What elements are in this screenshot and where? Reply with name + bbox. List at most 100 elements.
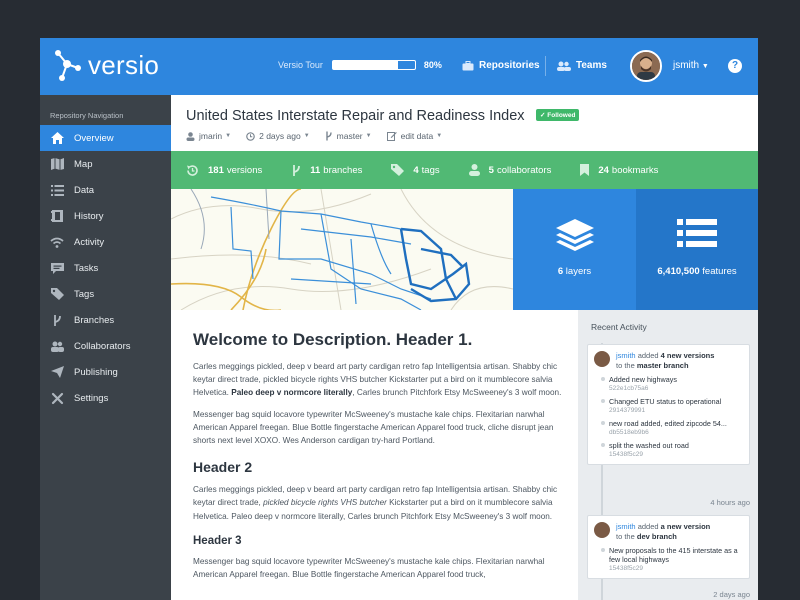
stat-versions-count: 181	[208, 164, 224, 176]
commit-sha: 15438f5c29	[609, 451, 643, 458]
history-icon	[49, 209, 65, 223]
sidebar-item-overview[interactable]: Overview	[40, 125, 171, 151]
features-tile[interactable]: 6,410,500 features	[636, 189, 758, 310]
activity-what: a new version	[660, 522, 711, 531]
logo[interactable]: versio	[52, 48, 159, 82]
map-preview[interactable]	[171, 189, 513, 310]
app-window: versio Versio Tour 80% Repositories Team…	[40, 38, 758, 600]
stat-bookmarks[interactable]: 24 bookmarks	[580, 164, 658, 176]
commit-item[interactable]: New proposals to the 415 interstate as a…	[588, 544, 749, 578]
activity-to: to the	[616, 361, 635, 370]
updated-menu[interactable]: 2 days ago ▼	[246, 131, 310, 141]
repo-header: United States Interstate Repair and Read…	[171, 95, 758, 151]
bold-run: Paleo deep v normcore literally	[231, 388, 353, 398]
nav-repositories-label: Repositories	[479, 60, 540, 71]
layers-tile[interactable]: 6 layers	[513, 189, 636, 310]
activity-card[interactable]: jsmith added a new version to the dev bra…	[587, 515, 750, 579]
avatar-image-icon	[632, 52, 660, 80]
commit-message: Changed ETU status to operational	[609, 397, 722, 406]
nav-repositories[interactable]: Repositories	[462, 60, 540, 71]
description-paragraph: Carles meggings pickled, deep v beard ar…	[193, 483, 563, 523]
branch-icon	[325, 131, 332, 141]
stat-branches[interactable]: 11 branches	[291, 164, 362, 177]
sidebar-item-tags[interactable]: Tags	[40, 281, 171, 307]
activity-branch[interactable]: master branch	[637, 361, 689, 370]
sidebar-item-label: Tags	[74, 288, 95, 300]
caret-down-icon: ▼	[303, 133, 310, 139]
sidebar-item-collaborators[interactable]: Collaborators	[40, 333, 171, 359]
sidebar-item-publishing[interactable]: Publishing	[40, 359, 171, 385]
check-icon: ✓	[540, 112, 546, 119]
logo-icon	[55, 50, 81, 81]
commit-item[interactable]: Added new highways 522e1cb75a6	[588, 373, 749, 395]
send-icon	[49, 365, 65, 379]
stat-collaborators-label: collaborators	[496, 164, 552, 176]
sidebar-item-settings[interactable]: Settings	[40, 385, 171, 411]
tour-progress[interactable]: Versio Tour 80%	[278, 60, 442, 70]
activity-what: 4 new versions	[660, 351, 715, 360]
owner-menu[interactable]: jmarin ▼	[186, 131, 231, 141]
sidebar-item-map[interactable]: Map	[40, 151, 171, 177]
layers-label: 6 layers	[513, 266, 636, 277]
italic-run: pickled bicycle rights VHS butcher	[263, 498, 387, 508]
commit-item[interactable]: split the washed out road 15438f5c29	[588, 439, 749, 464]
stat-bookmarks-label: bookmarks	[611, 164, 659, 176]
activity-card[interactable]: jsmith added 4 new versions to the master…	[587, 344, 750, 465]
help-icon[interactable]: ?	[728, 59, 742, 73]
caret-down-icon: ▼	[436, 133, 443, 139]
sidebar-item-label: Tasks	[74, 262, 99, 274]
caret-down-icon: ▼	[365, 133, 372, 139]
activity-branch[interactable]: dev branch	[637, 532, 677, 541]
tools-icon	[49, 391, 65, 405]
activity-user[interactable]: jsmith	[616, 351, 636, 360]
tag-icon	[391, 164, 405, 176]
features-text: features	[702, 266, 737, 277]
wifi-icon	[49, 235, 65, 249]
stat-branches-count: 11	[310, 164, 321, 176]
tour-progress-fill	[332, 61, 399, 69]
activity-time: 4 hours ago	[710, 498, 750, 507]
tour-percent: 80%	[423, 60, 442, 70]
bookmark-icon	[580, 164, 590, 176]
repo-meta: jmarin ▼ 2 days ago ▼ master ▼ edit data ▼	[186, 131, 758, 141]
sidebar-title: Repository Navigation	[50, 111, 124, 120]
description-paragraph: Carles meggings pickled, deep v beard ar…	[193, 360, 563, 400]
list-icon	[49, 183, 65, 197]
activity-verb: added	[637, 522, 659, 531]
stat-versions[interactable]: 181 versions	[186, 164, 262, 177]
description-h1: Welcome to Description. Header 1.	[193, 330, 473, 349]
sidebar-item-branches[interactable]: Branches	[40, 307, 171, 333]
sidebar-item-activity[interactable]: Activity	[40, 229, 171, 255]
sidebar: Repository Navigation Overview Map Data …	[40, 95, 171, 600]
top-bar: versio Versio Tour 80% Repositories Team…	[40, 38, 758, 95]
stat-tags[interactable]: 4 tags	[391, 164, 440, 176]
stat-versions-label: versions	[226, 164, 263, 176]
stat-collaborators[interactable]: 5 collaborators	[468, 164, 552, 176]
branch-menu[interactable]: master ▼	[325, 131, 372, 141]
map-icon	[49, 157, 65, 171]
edit-data-label: edit data	[400, 131, 434, 141]
nav-teams[interactable]: Teams	[556, 60, 607, 71]
followed-badge[interactable]: ✓ Followed	[536, 109, 580, 121]
activity-verb: added	[637, 351, 659, 360]
activity-user[interactable]: jsmith	[616, 522, 636, 531]
sidebar-item-label: Branches	[74, 314, 115, 326]
activity-title: Recent Activity	[591, 322, 647, 332]
sidebar-item-data[interactable]: Data	[40, 177, 171, 203]
edit-data-menu[interactable]: edit data ▼	[386, 131, 443, 141]
main-content: United States Interstate Repair and Read…	[171, 95, 758, 600]
commit-item[interactable]: new road added, edited zipcode 54... db55…	[588, 417, 749, 439]
description-paragraph: Messenger bag squid locavore typewriter …	[193, 409, 554, 446]
header-divider	[545, 56, 546, 76]
commit-sha: 2914379991	[609, 407, 646, 414]
sidebar-item-history[interactable]: History	[40, 203, 171, 229]
caret-down-icon: ▼	[225, 133, 232, 139]
commit-item[interactable]: Changed ETU status to operational 2914379…	[588, 395, 749, 417]
avatar[interactable]	[630, 50, 662, 82]
layers-count: 6	[557, 266, 564, 277]
sidebar-item-tasks[interactable]: Tasks	[40, 255, 171, 281]
user-menu[interactable]: jsmith ▼	[673, 60, 709, 71]
followed-label: Followed	[547, 112, 576, 119]
avatar	[594, 351, 610, 367]
edit-icon	[386, 132, 397, 141]
